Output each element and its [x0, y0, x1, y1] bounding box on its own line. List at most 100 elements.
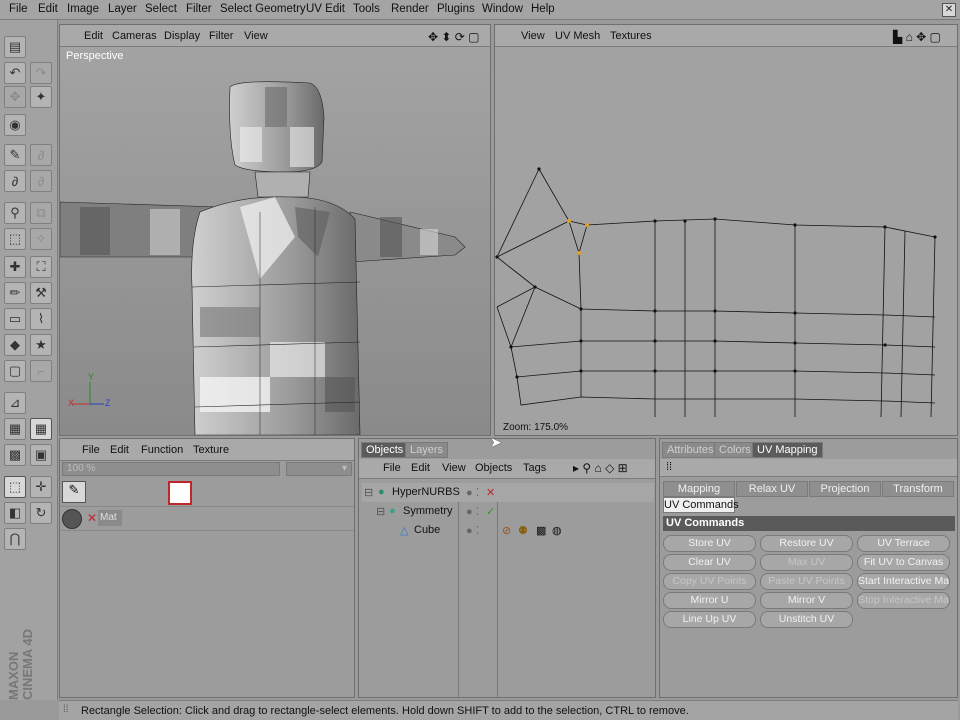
paint-brush-icon[interactable]: ✎ [62, 481, 86, 503]
obj-menu-file[interactable]: File [383, 462, 401, 474]
uv-menu-view[interactable]: View [521, 30, 545, 42]
tree-row[interactable]: ⊟ ● Symmetry ● ⁚ ✓ [362, 502, 654, 521]
material-delete-icon[interactable]: ✕ [87, 511, 97, 525]
checker-icon[interactable]: ▩ [4, 444, 26, 466]
obj-menu-objects[interactable]: Objects [475, 462, 512, 474]
star-shape-icon[interactable]: ★ [30, 334, 52, 356]
crop-icon[interactable]: ⛶ [30, 256, 52, 278]
uv-menu-uv-mesh[interactable]: UV Mesh [555, 30, 600, 42]
objects-search-icons[interactable]: ▸ ⚲ ⌂ ◇ ⊞ [573, 461, 628, 475]
menu-layer[interactable]: Layer [108, 3, 137, 15]
obj-menu-tags[interactable]: Tags [523, 462, 546, 474]
eraser-icon[interactable]: ▭ [4, 308, 26, 330]
menu-help[interactable]: Help [531, 3, 555, 15]
texture-tag-icon[interactable]: ▩ [536, 524, 546, 537]
eyedropper-icon[interactable]: ⌇ [30, 308, 52, 330]
enabled-check-icon[interactable]: ✓ [486, 505, 495, 518]
transform-icon[interactable]: ⧉ [30, 202, 52, 224]
rect-select-icon[interactable]: ⬚ [4, 228, 26, 250]
tab-layers[interactable]: Layers [405, 442, 449, 458]
wand-select-icon[interactable]: ✧ [30, 228, 52, 250]
tab-attributes[interactable]: Attributes [662, 442, 719, 458]
store-uv-button[interactable]: Store UV [663, 535, 756, 552]
restore-uv-button[interactable]: Restore UV [760, 535, 853, 552]
viewport-menu-display[interactable]: Display [164, 30, 200, 42]
pencil-icon[interactable]: ✏ [4, 282, 26, 304]
subtab-uv-commands[interactable]: UV Commands [663, 497, 739, 513]
object-name[interactable]: Symmetry [403, 505, 453, 517]
texture-paint-icon[interactable]: ∂ [30, 170, 52, 192]
phong-tag-icon[interactable]: ⊘ [502, 524, 511, 537]
unstitch-uv-button[interactable]: Unstitch UV [760, 611, 853, 628]
menu-window[interactable]: Window [482, 3, 523, 15]
mat-menu-file[interactable]: File [82, 444, 100, 456]
menu-image[interactable]: Image [67, 3, 99, 15]
obj-menu-view[interactable]: View [442, 462, 466, 474]
subtab-mapping[interactable]: Mapping [663, 481, 735, 497]
magnet-icon[interactable]: ⋂ [4, 528, 26, 550]
perspective-viewport[interactable]: Edit Cameras Display Filter View ✥ ⬍ ⟳ ▢ [59, 24, 491, 436]
viewport-canvas[interactable] [59, 47, 490, 436]
viewport-menu-cameras[interactable]: Cameras [112, 30, 157, 42]
object-name[interactable]: Cube [414, 524, 440, 536]
zoom-icon[interactable]: ⚲ [4, 202, 26, 224]
menu-filter[interactable]: Filter [186, 3, 212, 15]
menu-file[interactable]: File [9, 3, 28, 15]
uv-editor-view[interactable]: View UV Mesh Textures ▙ ⌂ ✥ ▢ Zoom: 175.… [494, 24, 958, 436]
move-tool-icon[interactable]: ✛ [30, 476, 52, 498]
paint-mode-icon[interactable]: ∂ [30, 144, 52, 166]
lasso-icon[interactable]: ✥ [4, 86, 26, 108]
subtab-projection[interactable]: Projection [809, 481, 881, 497]
fill-bucket-icon[interactable]: ◆ [4, 334, 26, 356]
viewport-menu-edit[interactable]: Edit [84, 30, 103, 42]
copy-uv-points-button[interactable]: Copy UV Points [663, 573, 756, 590]
move-icon[interactable]: ✚ [4, 256, 26, 278]
uv-points-icon[interactable]: ⊿ [4, 392, 26, 414]
material-name[interactable]: Mat [98, 510, 122, 526]
uvw-tag-icon[interactable]: ⚉ [518, 524, 528, 537]
uv-edit-mode-icon[interactable]: ▦ [30, 418, 52, 440]
menu-uv-edit[interactable]: UV Edit [306, 3, 345, 15]
subtab-relax-uv[interactable]: Relax UV [736, 481, 808, 497]
material-tag-icon[interactable]: ◍ [552, 524, 562, 537]
tree-row[interactable]: ⊟ ● HyperNURBS ● ⁚ ✕ [362, 483, 654, 502]
redo-icon[interactable]: ↷ [30, 62, 52, 84]
mat-menu-function[interactable]: Function [141, 444, 183, 456]
material-sphere-icon[interactable] [62, 509, 82, 529]
projection-paint-icon[interactable]: ∂ [4, 170, 26, 192]
uv-polygons-icon[interactable]: ▦ [4, 418, 26, 440]
object-name[interactable]: HyperNURBS [392, 486, 460, 498]
mat-menu-edit[interactable]: Edit [110, 444, 129, 456]
menu-edit[interactable]: Edit [38, 3, 58, 15]
percent-field[interactable]: 100 % [62, 462, 280, 476]
layout-icon[interactable]: ▤ [4, 36, 26, 58]
menu-render[interactable]: Render [391, 3, 429, 15]
start-interactive-mapping-button[interactable]: Start Interactive Ma [857, 573, 950, 590]
scale-tool-icon[interactable]: ◧ [4, 502, 26, 524]
visibility-dots-icon[interactable]: ● ⁚ [466, 486, 479, 499]
mode-dropdown[interactable]: ▾ [286, 462, 352, 476]
menu-plugins[interactable]: Plugins [437, 3, 475, 15]
stop-interactive-mapping-button[interactable]: Stop Interactive Ma [857, 592, 950, 609]
mat-menu-texture[interactable]: Texture [193, 444, 229, 456]
menu-select[interactable]: Select [145, 3, 177, 15]
tree-row[interactable]: △ Cube ● ⁚ ⊘ ⚉ ▩ ◍ [362, 521, 654, 540]
mirror-v-button[interactable]: Mirror V [760, 592, 853, 609]
uv-mesh-canvas[interactable] [495, 47, 957, 418]
collapse-icon[interactable]: ⊟ [376, 505, 385, 518]
undo-icon[interactable]: ↶ [4, 62, 26, 84]
texture-thumbnail[interactable] [168, 481, 192, 505]
line-up-uv-button[interactable]: Line Up UV [663, 611, 756, 628]
disabled-x-icon[interactable]: ✕ [486, 486, 495, 499]
menu-select-geometry[interactable]: Select Geometry [220, 3, 306, 15]
clear-uv-button[interactable]: Clear UV [663, 554, 756, 571]
uv-terrace-button[interactable]: UV Terrace [857, 535, 950, 552]
line-icon[interactable]: ⌐ [30, 360, 52, 382]
subtab-transform[interactable]: Transform [882, 481, 954, 497]
mirror-u-button[interactable]: Mirror U [663, 592, 756, 609]
live-select-icon[interactable]: ⬚ [4, 476, 26, 498]
fit-uv-to-canvas-button[interactable]: Fit UV to Canvas [857, 554, 950, 571]
paste-uv-points-button[interactable]: Paste UV Points [760, 573, 853, 590]
3d-paint-icon[interactable]: ✎ [4, 144, 26, 166]
tab-uv-mapping[interactable]: UV Mapping [752, 442, 823, 458]
